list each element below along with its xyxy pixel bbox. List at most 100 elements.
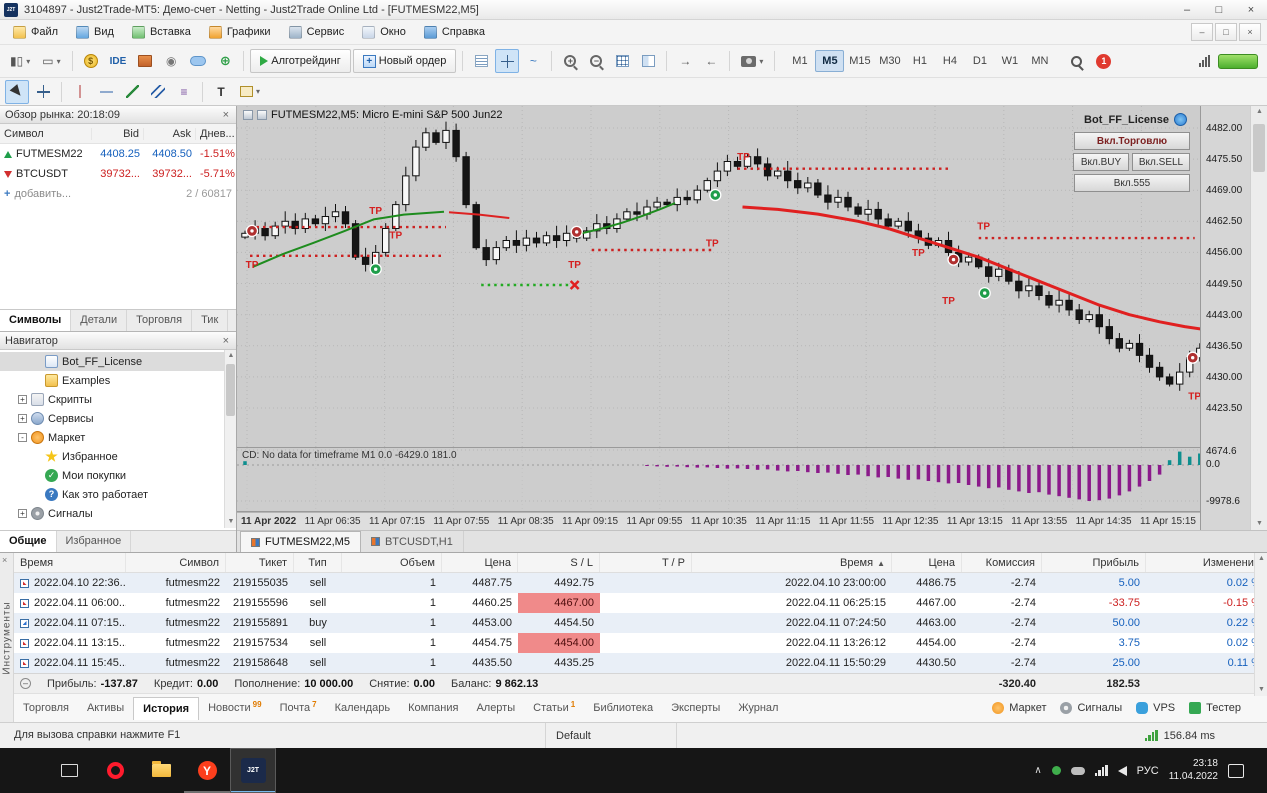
bottom-link-tester[interactable]: Тестер: [1189, 702, 1241, 714]
history-column-header[interactable]: Комиссия: [962, 553, 1042, 572]
history-column-header[interactable]: Время ▲: [692, 553, 892, 572]
equidistant-tool-button[interactable]: ≡: [172, 80, 196, 104]
volume-icon[interactable]: [1117, 765, 1127, 776]
auto-scroll-button[interactable]: →: [673, 49, 697, 73]
add-symbol-row[interactable]: + добавить... 2 / 60817: [0, 184, 236, 204]
history-column-header[interactable]: Цена: [442, 553, 518, 572]
timeframe-w1-button[interactable]: W1: [995, 50, 1024, 72]
connection-status[interactable]: 156.84 ms: [1144, 723, 1215, 748]
navigator-tab-Избранное[interactable]: Избранное: [57, 531, 132, 552]
screenshot-button[interactable]: ▾: [736, 49, 768, 73]
community-button[interactable]: ⊕: [213, 49, 237, 73]
tree-expander-icon[interactable]: -: [18, 433, 27, 442]
chart-tab-BTCUSDT,H1[interactable]: BTCUSDT,H1: [361, 531, 464, 552]
nav-item-signals[interactable]: + Сигналы: [0, 504, 236, 523]
action-center-icon[interactable]: [1228, 763, 1244, 778]
market-watch-header[interactable]: Обзор рынка: 20:18:09 ×: [0, 106, 236, 124]
nav-item-how[interactable]: Как это работает: [0, 485, 236, 504]
notification-badge[interactable]: 1: [1096, 53, 1112, 69]
text-tool-button[interactable]: T: [209, 80, 233, 104]
chart-plot-area[interactable]: TP TP TP TP TP TP TP TP TP TP: [237, 106, 1200, 448]
toolbox-tab-Компания[interactable]: Компания: [399, 697, 467, 719]
toolbox-tab-Статьи[interactable]: Статьи 1: [524, 697, 584, 719]
mw-tab-Символы[interactable]: Символы: [0, 310, 72, 331]
bottom-link-market[interactable]: Маркет: [992, 702, 1046, 714]
toolbox-tab-Активы[interactable]: Активы: [78, 697, 133, 719]
history-row[interactable]: 2022.04.11 15:45... futmesm22 219158648 sel…: [14, 653, 1267, 673]
mw-column-header[interactable]: Днев...: [196, 128, 236, 140]
collapse-icon[interactable]: [20, 678, 31, 689]
navigator-scrollbar[interactable]: ▲ ▼: [224, 350, 236, 528]
toolbox-scrollbar[interactable]: ▲ ▼: [1254, 553, 1267, 696]
enable-trading-button[interactable]: Вкл.Торговлю: [1074, 132, 1190, 150]
scroll-down-icon[interactable]: ▼: [1251, 518, 1267, 530]
channel-tool-button[interactable]: [146, 80, 170, 104]
timeframe-d1-button[interactable]: D1: [965, 50, 994, 72]
vertical-line-tool-button[interactable]: [68, 80, 92, 104]
enable-sell-button[interactable]: Вкл.SELL: [1132, 153, 1190, 171]
taskbar-explorer-button[interactable]: [138, 748, 184, 793]
close-icon[interactable]: ×: [2, 555, 7, 565]
close-button[interactable]: ×: [1235, 0, 1267, 19]
mw-tab-Торговля[interactable]: Торговля: [127, 310, 193, 331]
chart-type-button[interactable]: ▮▯ ▾: [5, 49, 35, 73]
timeframe-m5-button[interactable]: M5: [815, 50, 845, 72]
close-icon[interactable]: ×: [221, 335, 231, 347]
mw-row-futmesm22[interactable]: FUTMESM22 4408.25 4408.50 -1.51%: [0, 144, 236, 164]
nav-item-scripts[interactable]: + Скрипты: [0, 390, 236, 409]
chart-scrollbar[interactable]: ▲ ▼: [1250, 106, 1267, 530]
mw-column-header[interactable]: Bid: [92, 127, 144, 140]
nav-item-market[interactable]: - Маркет: [0, 428, 236, 447]
symbols-button[interactable]: $: [79, 49, 103, 73]
title-bar[interactable]: J2T 3104897 - Just2Trade-MT5: Демо-счет …: [0, 0, 1267, 20]
toolbox-tab-Алерты[interactable]: Алерты: [467, 697, 524, 719]
cloud-button[interactable]: [185, 49, 211, 73]
menu-item-charts[interactable]: Графики: [200, 23, 280, 42]
zoom-out-button[interactable]: −: [584, 49, 608, 73]
tree-expander-icon[interactable]: +: [18, 395, 27, 404]
market-watch-toggle-button[interactable]: [495, 49, 520, 73]
toolbox-tab-Эксперты[interactable]: Эксперты: [662, 697, 729, 719]
bottom-link-signals[interactable]: Сигналы: [1060, 702, 1122, 714]
navigator-header[interactable]: Навигатор ×: [0, 332, 236, 350]
minimize-button[interactable]: –: [1171, 0, 1203, 19]
price-axis[interactable]: 4482.00 4475.50 4469.00 4462.50 4456.00 4449.…: [1200, 106, 1250, 530]
toolbox-tab-Почта[interactable]: Почта 7: [271, 697, 326, 719]
mw-tab-Детали[interactable]: Детали: [71, 310, 128, 331]
tree-expander-icon[interactable]: +: [18, 509, 27, 518]
taskbar-yandex-button[interactable]: Y: [184, 748, 230, 793]
metaeditor-button[interactable]: IDE: [105, 49, 132, 73]
history-column-header[interactable]: T / P: [600, 553, 692, 572]
taskbar-j2t-button[interactable]: J2T: [230, 748, 276, 793]
clock[interactable]: 23:18 11.04.2022: [1169, 758, 1218, 783]
search-button[interactable]: [1064, 49, 1088, 73]
nav-item-doc[interactable]: Bot_FF_License: [0, 352, 236, 371]
scroll-down-icon[interactable]: ▼: [225, 516, 236, 528]
toolbox-tab-Торговля[interactable]: Торговля: [14, 697, 78, 719]
history-column-header[interactable]: Объем: [342, 553, 442, 572]
timeframe-m15-button[interactable]: M15: [845, 50, 874, 72]
taskbar-opera-button[interactable]: [92, 748, 138, 793]
scroll-up-icon[interactable]: ▲: [225, 350, 236, 362]
menu-item-window[interactable]: Окно: [353, 23, 415, 42]
mw-column-header[interactable]: Символ: [0, 127, 92, 140]
network-icon[interactable]: [1094, 765, 1108, 776]
mdi-close-button[interactable]: ×: [1239, 23, 1261, 41]
depth-of-market-button[interactable]: ~: [521, 49, 545, 73]
shapes-tool-button[interactable]: ▾: [235, 80, 265, 104]
history-row[interactable]: 2022.04.11 07:15... futmesm22 219155891 buy…: [14, 613, 1267, 633]
tree-expander-icon[interactable]: +: [18, 414, 27, 423]
cloud-tray-icon[interactable]: [1070, 766, 1085, 775]
chart-tab-FUTMESM22,M5[interactable]: FUTMESM22,M5: [240, 531, 361, 552]
toolbox-tab-Календарь[interactable]: Календарь: [326, 697, 400, 719]
bottom-link-vps[interactable]: VPS: [1136, 702, 1175, 714]
navigator-tab-Общие[interactable]: Общие: [0, 531, 57, 552]
maximize-button[interactable]: □: [1203, 0, 1235, 19]
nav-item-star[interactable]: Избранное: [0, 447, 236, 466]
history-column-header[interactable]: Тип: [294, 553, 342, 572]
taskbar-taskview-button[interactable]: [46, 748, 92, 793]
history-column-header[interactable]: Тикет: [226, 553, 294, 572]
history-column-header[interactable]: S / L: [518, 553, 600, 572]
menu-item-insert[interactable]: Вставка: [123, 23, 200, 42]
tile-windows-button[interactable]: [636, 49, 660, 73]
